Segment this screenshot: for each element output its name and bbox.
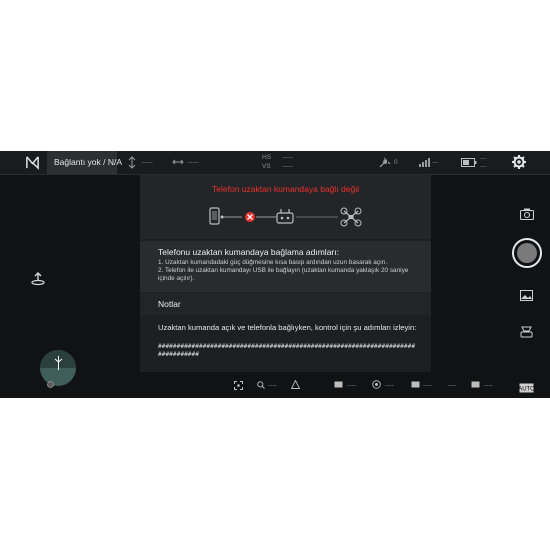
gimbal-pitch-icon[interactable] bbox=[291, 380, 300, 389]
shutter-speed-value: ---- bbox=[423, 382, 432, 389]
battery-sub-value: --- bbox=[480, 163, 487, 170]
shutter-speed-icon[interactable] bbox=[411, 381, 420, 388]
app-screen: Bağlantı yok / N/A ----- ----- HS VS ---… bbox=[0, 151, 550, 398]
zoom-icon[interactable] bbox=[257, 381, 265, 389]
connection-status-label: Bağlantı yok / N/A bbox=[54, 157, 123, 167]
connection-steps-section: Telefonu uzaktan kumandaya bağlama adıml… bbox=[140, 241, 431, 292]
aperture-icon[interactable] bbox=[372, 380, 381, 389]
vertical-distance-value: ----- bbox=[142, 159, 153, 166]
aperture-value: ---- bbox=[385, 382, 394, 389]
disconnected-x-icon bbox=[245, 212, 255, 222]
notes-placeholder-hash: ########################################… bbox=[158, 343, 416, 358]
hs-value: ----- bbox=[282, 154, 293, 161]
step-2: 2. Telefon ile uzaktan kumandayı USB ile… bbox=[158, 267, 409, 282]
storage-value: ---- bbox=[484, 382, 493, 389]
vs-label: VS bbox=[262, 163, 271, 170]
vertical-distance-icon bbox=[128, 156, 136, 169]
horizontal-distance-icon bbox=[172, 159, 184, 165]
shutter-inner bbox=[517, 243, 537, 263]
notes-title: Notlar bbox=[158, 299, 181, 309]
connection-diagram bbox=[209, 207, 362, 227]
hs-label: HS bbox=[262, 154, 272, 161]
satellite-icon bbox=[379, 157, 391, 168]
takeoff-icon[interactable] bbox=[30, 270, 46, 286]
drone-icon bbox=[340, 207, 362, 227]
rc-signal-value: --- bbox=[432, 159, 439, 166]
iso-icon[interactable] bbox=[334, 381, 343, 388]
zoom-value: ---- bbox=[268, 382, 277, 389]
settings-gear-icon[interactable] bbox=[512, 155, 526, 169]
rc-signal-icon bbox=[419, 158, 430, 167]
panel-header: Telefon uzaktan kumandaya bağlı değil bbox=[140, 175, 431, 239]
focus-icon[interactable] bbox=[234, 381, 243, 390]
battery-icon bbox=[461, 158, 477, 167]
shutter-button[interactable] bbox=[512, 238, 542, 268]
phone-icon bbox=[209, 207, 220, 225]
notes-text: Uzaktan kumanda açık ve telefonla bağlıy… bbox=[158, 323, 417, 332]
app-logo-icon[interactable] bbox=[25, 155, 40, 170]
top-status-bar: Bağlantı yok / N/A ----- ----- HS VS ---… bbox=[0, 151, 550, 175]
bottom-camera-bar: ---- ---- ---- ---- ---- ---- bbox=[0, 375, 550, 398]
step-1: 1. Uzaktan kumandadaki güç düğmesine kıs… bbox=[158, 259, 388, 266]
warning-title: Telefon uzaktan kumandaya bağlı değil bbox=[212, 184, 359, 194]
camera-mode-icon[interactable] bbox=[520, 208, 534, 220]
steps-title: Telefonu uzaktan kumandaya bağlama adıml… bbox=[158, 247, 339, 257]
gallery-icon[interactable] bbox=[520, 290, 533, 301]
horizontal-distance-value: ----- bbox=[188, 159, 199, 166]
satellite-count: 0 bbox=[394, 159, 398, 166]
remote-controller-icon bbox=[276, 209, 294, 224]
storage-icon[interactable] bbox=[471, 381, 480, 388]
exposure-value: ---- bbox=[448, 382, 457, 389]
notes-section: Uzaktan kumanda açık ve telefonla bağlıy… bbox=[140, 316, 431, 372]
aircraft-position-icon bbox=[54, 356, 63, 370]
notes-header: Notlar bbox=[140, 293, 431, 315]
battery-value: --- bbox=[480, 155, 487, 162]
auto-mode-icon[interactable] bbox=[519, 324, 534, 339]
vs-value: ----- bbox=[282, 163, 293, 170]
connection-help-panel: Telefon uzaktan kumandaya bağlı değil Te… bbox=[140, 175, 431, 372]
iso-value: ---- bbox=[347, 382, 356, 389]
